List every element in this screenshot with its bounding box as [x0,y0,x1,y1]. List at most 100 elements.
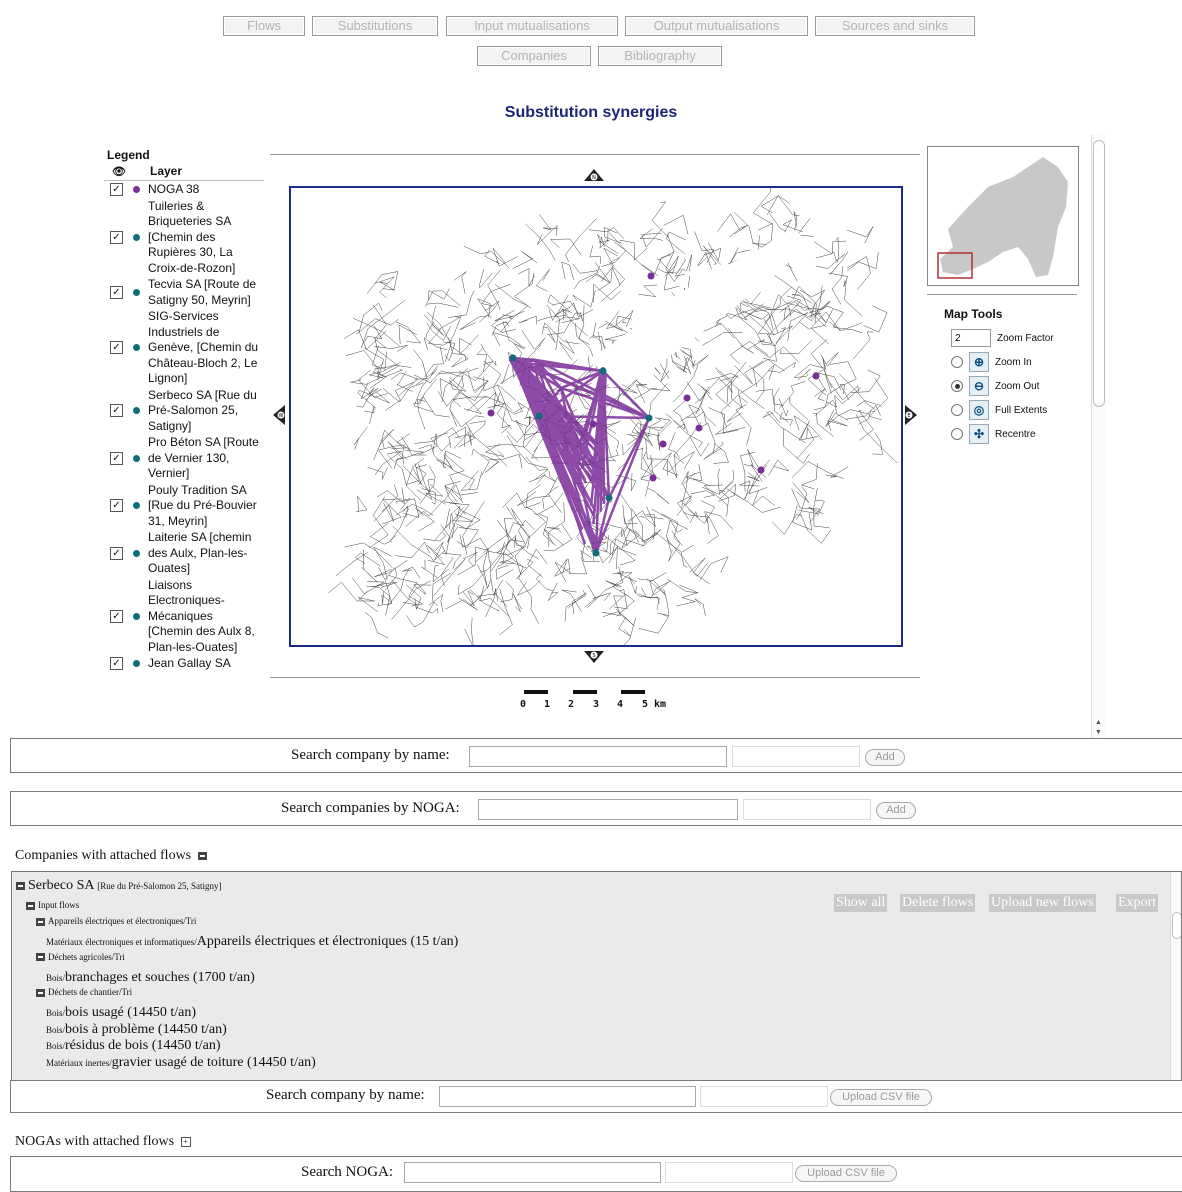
noga-section-label: NOGAs with attached flows [15,1134,174,1149]
upload-new-flows-button[interactable]: Upload new flows [989,894,1096,912]
company-marker[interactable] [510,355,517,362]
upload-csv-button[interactable]: Upload CSV file [830,1089,932,1106]
tool-radio[interactable] [951,404,963,416]
full-extents-icon[interactable]: ◎ [969,400,989,420]
pan-west-icon[interactable]: W [272,404,288,426]
flow-entry-text: bois à problème (14450 t/an) [65,1022,227,1037]
export-button[interactable]: Export [1116,894,1158,912]
search-noga-csv-input[interactable] [404,1162,661,1183]
collapse-icon[interactable] [198,852,207,860]
layer-visibility-checkbox[interactable]: ✓ [110,341,123,354]
search-company-secondary-input[interactable] [732,746,860,767]
top-panel-scrollbar[interactable]: ▲ ▼ [1091,135,1106,738]
map-tool-zoom-in[interactable]: ⊕Zoom In [951,350,1074,374]
search-company-csv-label: Search company by name: [266,1087,425,1104]
layer-visibility-checkbox[interactable]: ✓ [110,610,123,623]
layer-visibility-checkbox[interactable]: ✓ [110,286,123,299]
overview-map[interactable] [927,146,1079,286]
recentre-icon[interactable]: ✣ [969,424,989,444]
tool-radio[interactable] [951,356,963,368]
legend-layer-item: ✓NOGA 38 [104,182,264,198]
search-company-csv-input[interactable] [439,1086,696,1107]
nav-flows[interactable]: Flows [223,16,305,36]
zoom-in-icon[interactable]: ⊕ [969,352,989,372]
company-marker[interactable] [684,395,691,402]
pan-south-icon[interactable]: S [583,648,605,664]
collapse-icon[interactable] [36,989,45,997]
layer-visibility-checkbox[interactable]: ✓ [110,231,123,244]
legend-layer-label: Tuileries & Briqueteries SA [Chemin des … [148,199,260,277]
add-button[interactable]: Add [865,749,905,766]
search-noga-csv-secondary-input[interactable] [665,1162,793,1183]
layer-visibility-checkbox[interactable]: ✓ [110,547,123,560]
zoom-out-icon[interactable]: ⊖ [969,376,989,396]
add-button[interactable]: Add [876,802,916,819]
company-marker[interactable] [758,467,765,474]
nav-output-mutualisations[interactable]: Output mutualisations [625,16,808,36]
company-marker[interactable] [593,550,600,557]
company-marker[interactable] [590,421,597,428]
flow-entry-prefix: Bois/ [46,1008,65,1018]
flow-category[interactable]: Déchets agricoles/Tri [36,952,125,962]
collapse-icon[interactable] [16,882,25,890]
map-tools: Map Tools Zoom Factor ⊕Zoom In⊖Zoom Out◎… [944,307,1074,446]
zoom-factor-label: Zoom Factor [997,333,1054,344]
companies-panel-scrollbar[interactable] [1170,872,1182,1083]
delete-flows-button[interactable]: Delete flows [900,894,975,912]
company-marker[interactable] [696,425,703,432]
map-tool-full-extents[interactable]: ◎Full Extents [951,398,1074,422]
search-noga-secondary-input[interactable] [743,799,871,820]
flow-lines [509,355,649,553]
company-marker[interactable] [660,441,667,448]
nav-input-mutualisations[interactable]: Input mutualisations [446,16,618,36]
legend-layer-label: Serbeco SA [Rue du Pré-Salomon 25, Satig… [148,388,260,435]
input-flows-row[interactable]: Input flows [26,900,79,910]
search-noga-input[interactable] [478,799,738,820]
company-marker[interactable] [600,368,607,375]
pan-east-icon[interactable]: E [902,404,918,426]
tool-radio[interactable] [951,380,963,392]
pan-north-icon[interactable]: N [583,168,605,184]
eye-icon: 👁 [104,165,134,178]
nav-sources-and-sinks[interactable]: Sources and sinks [815,16,975,36]
compass-w-label: W [279,413,284,419]
company-marker[interactable] [650,475,657,482]
layer-visibility-checkbox[interactable]: ✓ [110,404,123,417]
company-row[interactable]: Serbeco SA [Rue du Pré-Salomon 25, Satig… [16,878,221,894]
search-noga-box: Search companies by NOGA: Add [10,791,1182,826]
collapse-icon[interactable] [36,953,45,961]
legend-header: 👁 Layer [104,164,264,181]
map-canvas[interactable] [289,186,903,647]
nav-substitutions[interactable]: Substitutions [312,16,438,36]
map-bottom-rule [270,677,920,678]
company-marker[interactable] [488,410,495,417]
layer-visibility-checkbox[interactable]: ✓ [110,657,123,670]
tool-radio[interactable] [951,428,963,440]
layer-visibility-checkbox[interactable]: ✓ [110,452,123,465]
company-marker[interactable] [606,495,613,502]
company-marker[interactable] [646,415,653,422]
search-company-csv-secondary-input[interactable] [700,1086,828,1107]
layer-visibility-checkbox[interactable]: ✓ [110,183,123,196]
company-marker[interactable] [648,273,655,280]
expand-icon[interactable]: + [181,1137,191,1147]
collapse-icon[interactable] [36,918,45,926]
nav-companies[interactable]: Companies [477,46,591,66]
flow-entry: Bois/bois à problème (14450 t/an) [46,1020,227,1038]
input-flows-label: Input flows [38,900,79,910]
map-tool-zoom-out[interactable]: ⊖Zoom Out [951,374,1074,398]
map-tool-recentre[interactable]: ✣Recentre [951,422,1074,446]
company-marker[interactable] [813,373,820,380]
flow-category[interactable]: Déchets de chantier/Tri [36,987,132,997]
layer-symbol-icon [133,455,140,462]
search-company-input[interactable] [469,746,727,767]
collapse-icon[interactable] [26,902,35,910]
nav-bibliography[interactable]: Bibliography [598,46,722,66]
company-marker[interactable] [536,413,543,420]
flow-category[interactable]: Appareils électriques et électroniques/T… [36,916,196,926]
zoom-factor-input[interactable] [951,329,991,347]
upload-csv-button[interactable]: Upload CSV file [795,1165,897,1182]
layer-visibility-checkbox[interactable]: ✓ [110,499,123,512]
show-all-button[interactable]: Show all [834,894,887,912]
layer-symbol-icon [133,234,140,241]
